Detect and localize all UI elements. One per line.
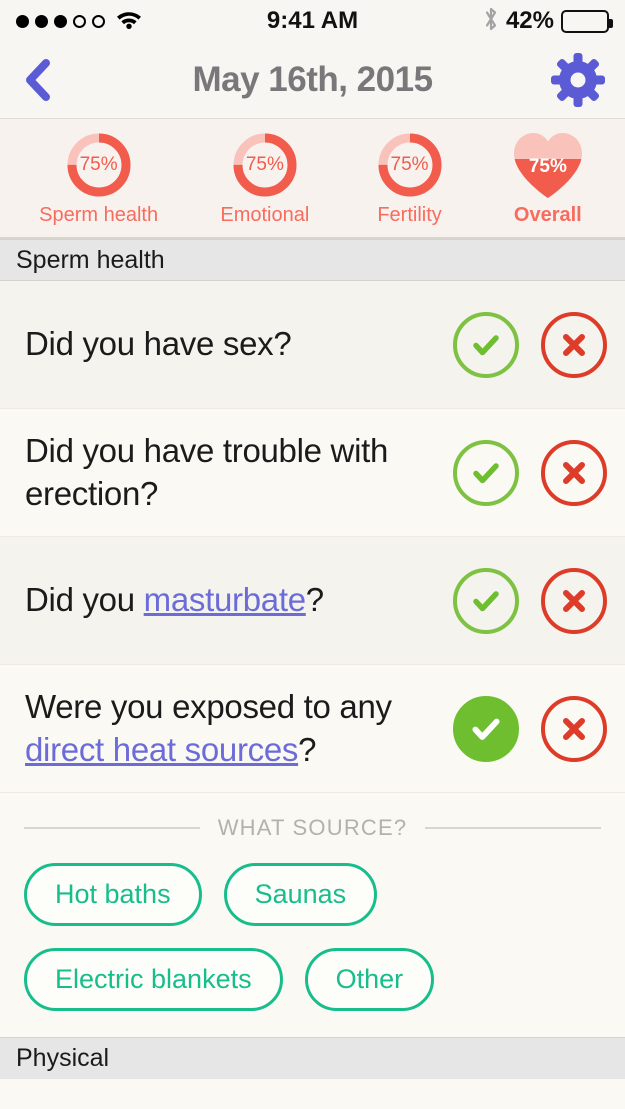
source-chip-list: Hot baths Saunas Electric blankets Other	[24, 863, 601, 1011]
question-row-3: Did you masturbate?	[0, 537, 625, 665]
donut-chart-emotional: 75%	[227, 130, 303, 200]
divider-line-left	[24, 827, 200, 829]
heart-chart-overall: 75%	[510, 130, 586, 200]
question-text-after-4: ?	[298, 730, 317, 768]
section-header-physical: Physical	[0, 1037, 625, 1079]
metric-label-fertility: Fertility	[377, 203, 442, 226]
metric-label-emotional: Emotional	[220, 203, 310, 226]
battery-percent-label: 42%	[505, 7, 554, 34]
answer-yes-button-2[interactable]	[453, 439, 519, 506]
nav-bar: May 16th, 2015	[0, 42, 625, 119]
metric-emotional[interactable]: 75% Emotional	[220, 130, 309, 227]
question-text-2: Did you have trouble with erection?	[25, 430, 453, 514]
question-row-1: Did you have sex?	[0, 281, 625, 409]
question-text-before-3: Did you	[25, 581, 144, 619]
source-divider: WHAT SOURCE?	[24, 815, 602, 841]
source-picker: WHAT SOURCE? Hot baths Saunas Electric b…	[0, 793, 625, 1037]
answer-no-button-3[interactable]	[541, 567, 607, 634]
question-row-2: Did you have trouble with erection?	[0, 409, 625, 537]
answer-no-button-4[interactable]	[541, 695, 607, 762]
answer-yes-button-4[interactable]	[453, 695, 519, 762]
answer-no-button-2[interactable]	[541, 439, 607, 506]
question-text-before-1: Did you have sex?	[25, 325, 292, 363]
question-text-3: Did you masturbate?	[25, 579, 453, 621]
section-header-sperm-health: Sperm health	[0, 239, 625, 281]
divider-line-right	[425, 827, 602, 829]
metric-value-emotional: 75%	[245, 153, 284, 175]
source-chip-electric-blankets[interactable]: Electric blankets	[24, 948, 283, 1011]
back-button[interactable]	[20, 57, 54, 103]
page-title: May 16th, 2015	[192, 60, 433, 99]
answer-group-4	[453, 695, 607, 762]
app-root: 9:41 AM 42% May 16th, 2015 75% Sperm hea…	[0, 0, 625, 1109]
metric-fertility[interactable]: 75% Fertility	[372, 130, 448, 227]
status-bar: 9:41 AM 42%	[0, 0, 625, 42]
source-chip-other[interactable]: Other	[304, 948, 435, 1011]
metric-value-fertility: 75%	[390, 153, 429, 175]
metric-label-overall: Overall	[513, 203, 582, 226]
answer-yes-button-3[interactable]	[453, 567, 519, 634]
answer-group-3	[453, 567, 607, 634]
donut-chart-fertility: 75%	[372, 130, 448, 200]
answer-group-2	[453, 439, 607, 506]
answer-yes-button-1[interactable]	[453, 311, 519, 378]
metric-sperm-health[interactable]: 75% Sperm health	[39, 130, 158, 227]
metric-overall[interactable]: 75% Overall	[510, 130, 586, 227]
metric-label-sperm-health: Sperm health	[39, 203, 159, 226]
question-link-4[interactable]: direct heat sources	[25, 731, 298, 768]
question-text-1: Did you have sex?	[25, 323, 453, 365]
question-row-4: Were you exposed to any direct heat sour…	[0, 665, 625, 793]
source-divider-label: WHAT SOURCE?	[217, 815, 408, 840]
question-link-3[interactable]: masturbate	[144, 581, 306, 618]
question-text-before-2: Did you have trouble with erection?	[25, 432, 389, 512]
metrics-bar: 75% Sperm health 75% Emotional 75% Ferti…	[0, 119, 625, 239]
answer-group-1	[453, 311, 607, 378]
question-text-4: Were you exposed to any direct heat sour…	[25, 686, 453, 770]
metric-value-overall: 75%	[528, 155, 567, 177]
question-text-after-3: ?	[305, 581, 324, 619]
donut-chart-sperm-health: 75%	[61, 130, 137, 200]
bluetooth-icon	[483, 6, 499, 37]
battery-icon	[561, 9, 613, 33]
metric-value-sperm-health: 75%	[79, 153, 118, 175]
source-chip-saunas[interactable]: Saunas	[223, 863, 378, 926]
status-bar-right: 42%	[483, 6, 613, 37]
answer-no-button-1[interactable]	[541, 311, 607, 378]
gear-icon[interactable]	[551, 53, 605, 107]
source-chip-hot-baths[interactable]: Hot baths	[24, 863, 202, 926]
question-text-before-4: Were you exposed to any	[25, 688, 392, 726]
